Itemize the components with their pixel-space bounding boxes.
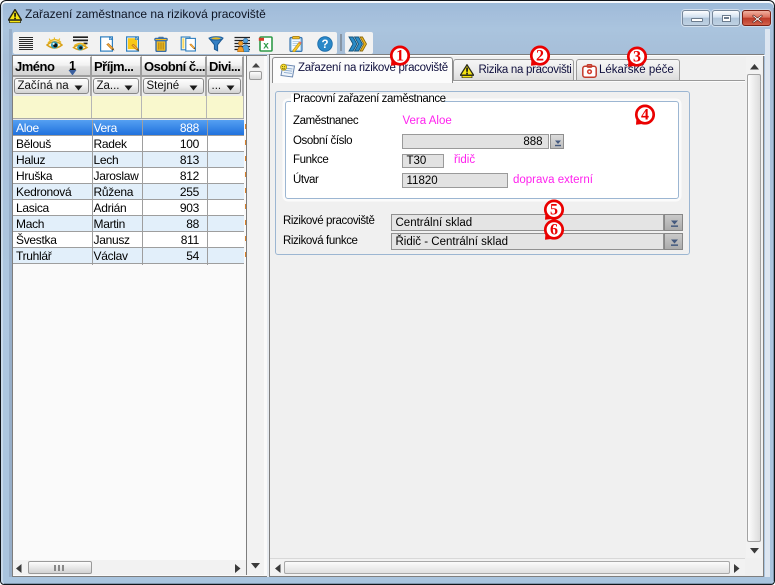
svg-text:4: 4 (641, 107, 649, 124)
svg-text:?: ? (321, 39, 328, 51)
svg-text:6: 6 (550, 221, 558, 238)
svg-text:5: 5 (550, 202, 558, 219)
svg-text:1: 1 (396, 48, 404, 65)
svg-text:3: 3 (633, 48, 641, 65)
svg-text:x: x (263, 40, 269, 51)
svg-text:2: 2 (536, 47, 544, 64)
